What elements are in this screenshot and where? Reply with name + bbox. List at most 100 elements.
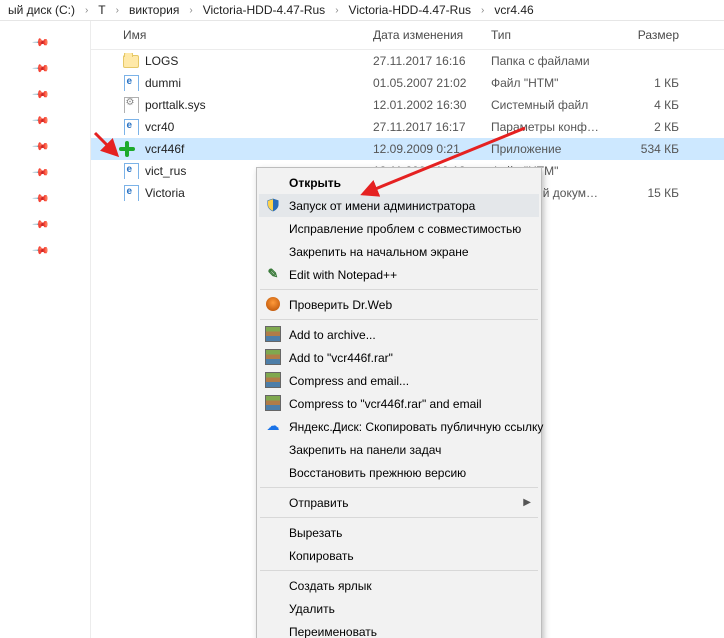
menu-item-label: Запуск от имени администратора [289,199,475,213]
menu-item-label: Edit with Notepad++ [289,268,397,282]
file-row[interactable]: LOGS 27.11.2017 16:16Папка с файлами [91,50,724,72]
menu-item-label: Исправление проблем с совместимостью [289,222,521,236]
menu-item[interactable]: Вырезать [259,521,539,544]
menu-item[interactable]: Копировать [259,544,539,567]
menu-item[interactable]: ✎Edit with Notepad++ [259,263,539,286]
file-date: 12.01.2002 16:30 [373,98,491,112]
file-list: Имя Дата изменения Тип Размер LOGS 27.11.… [91,21,724,638]
winrar-icon [265,349,281,365]
file-size: 4 КБ [609,98,689,112]
file-row[interactable]: dummi01.05.2007 21:02Файл "HTM"1 КБ [91,72,724,94]
menu-item-label: Вырезать [289,526,342,540]
file-date: 27.11.2017 16:16 [373,54,491,68]
menu-item-label: Compress to "vcr446f.rar" and email [289,397,482,411]
menu-item-label: Создать ярлык [289,579,372,593]
file-name: dummi [145,76,181,90]
pin-icon: 📌 [32,215,51,234]
menu-item[interactable]: Переименовать [259,620,539,638]
chevron-right-icon: › [331,5,342,16]
file-type: Файл "HTM" [491,76,609,90]
pin-icon: 📌 [32,59,51,78]
menu-item[interactable]: Add to "vcr446f.rar" [259,346,539,369]
header-name[interactable]: Имя [91,28,373,42]
crumb[interactable]: vcr4.46 [492,1,535,19]
file-date: 12.09.2009 0:21 [373,142,491,156]
crumb[interactable]: T [96,1,107,19]
menu-item-label: Открыть [289,176,341,190]
menu-item[interactable]: Открыть [259,171,539,194]
pin-icon: 📌 [32,33,51,52]
file-name: LOGS [145,54,178,68]
menu-item[interactable]: Compress to "vcr446f.rar" and email [259,392,539,415]
file-size: 534 КБ [609,142,689,156]
menu-separator [260,487,538,488]
column-headers: Имя Дата изменения Тип Размер [91,21,724,50]
yandex-disk-icon: ☁ [265,418,281,434]
menu-item[interactable]: Удалить [259,597,539,620]
menu-item-label: Закрепить на начальном экране [289,245,469,259]
pin-icon: 📌 [32,85,51,104]
quick-access-sidebar: 📌 📌 📌 📌 📌 📌 📌 📌 📌 [0,21,91,638]
menu-separator [260,319,538,320]
pin-icon: 📌 [32,189,51,208]
menu-item[interactable]: Восстановить прежнюю версию [259,461,539,484]
header-size[interactable]: Размер [609,28,689,42]
menu-item-label: Отправить [289,496,349,510]
chevron-right-icon: › [185,5,196,16]
file-size: 2 КБ [609,120,689,134]
file-date: 27.11.2017 16:17 [373,120,491,134]
pin-icon: 📌 [32,111,51,130]
pin-icon: 📌 [32,163,51,182]
header-type[interactable]: Тип [491,28,609,42]
menu-item[interactable]: Запуск от имени администратора [259,194,539,217]
menu-item[interactable]: ☁Яндекс.Диск: Скопировать публичную ссыл… [259,415,539,438]
file-name: vcr40 [145,120,174,134]
menu-separator [260,570,538,571]
menu-item-label: Удалить [289,602,335,616]
header-date[interactable]: Дата изменения [373,28,491,42]
winrar-icon [265,395,281,411]
menu-item-label: Compress and email... [289,374,409,388]
menu-item[interactable]: Закрепить на панели задач [259,438,539,461]
context-menu: Открыть Запуск от имени администратора Исп… [256,167,542,638]
chevron-right-icon: ▶ [523,497,531,508]
file-row[interactable]: vcr446f12.09.2009 0:21Приложение534 КБ [91,138,724,160]
menu-item-label: Восстановить прежнюю версию [289,466,466,480]
chevron-right-icon: › [112,5,123,16]
breadcrumb[interactable]: ый диск (C:) › T › виктория › Victoria-HDD-… [0,0,724,21]
file-type: Системный файл [491,98,609,112]
file-size: 15 КБ [609,186,689,200]
file-row[interactable]: porttalk.sys 12.01.2002 16:30Системный фа… [91,94,724,116]
menu-item[interactable]: Исправление проблем с совместимостью [259,217,539,240]
menu-item-label: Проверить Dr.Web [289,298,392,312]
file-name: Victoria [145,186,185,200]
file-row[interactable]: vcr40 27.11.2017 16:17Параметры конф…2 КБ [91,116,724,138]
menu-item-label: Add to archive... [289,328,376,342]
menu-item-label: Яндекс.Диск: Скопировать публичную ссылк… [289,420,543,434]
file-name: porttalk.sys [145,98,206,112]
menu-item[interactable]: Отправить ▶ [259,491,539,514]
menu-separator [260,289,538,290]
menu-separator [260,517,538,518]
menu-item-label: Копировать [289,549,354,563]
menu-item[interactable]: Создать ярлык [259,574,539,597]
menu-item[interactable]: Закрепить на начальном экране [259,240,539,263]
explorer-window: ый диск (C:) › T › виктория › Victoria-HDD-… [0,0,724,638]
file-size: 1 КБ [609,76,689,90]
pin-icon: 📌 [32,241,51,260]
chevron-right-icon: › [81,5,92,16]
file-type: Приложение [491,142,609,156]
menu-item[interactable]: Add to archive... [259,323,539,346]
crumb[interactable]: Victoria-HDD-4.47-Rus [201,1,327,19]
menu-item-label: Закрепить на панели задач [289,443,441,457]
crumb[interactable]: виктория [127,1,181,19]
chevron-right-icon: › [477,5,488,16]
crumb[interactable]: ый диск (C:) [6,1,77,19]
menu-item[interactable]: Compress and email... [259,369,539,392]
menu-item-label: Add to "vcr446f.rar" [289,351,393,365]
menu-item[interactable]: Проверить Dr.Web [259,293,539,316]
crumb[interactable]: Victoria-HDD-4.47-Rus [347,1,473,19]
file-type: Папка с файлами [491,54,609,68]
file-type: Параметры конф… [491,120,609,134]
file-name: vict_rus [145,164,186,178]
